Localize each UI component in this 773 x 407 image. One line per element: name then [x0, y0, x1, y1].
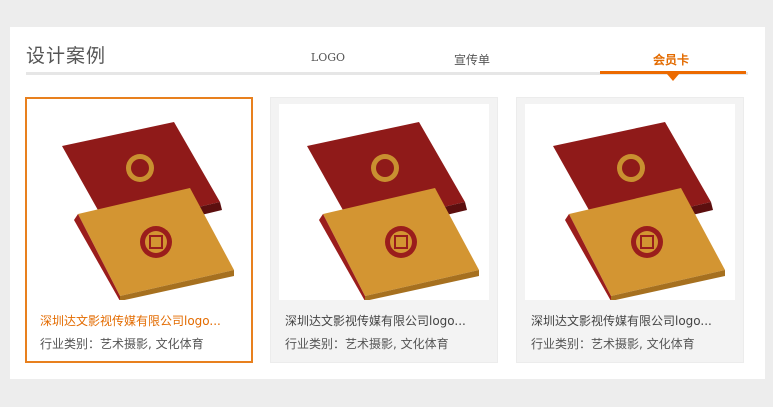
case-category: 行业类别：艺术摄影, 文化体育: [285, 337, 449, 351]
book-cover-illustration: [307, 122, 479, 300]
design-cases-panel: 设计案例 LOGO 宣传单 会员卡 深圳达文影视传媒有限公司logo... 行业…: [10, 27, 765, 379]
tab-logo[interactable]: LOGO: [278, 51, 378, 64]
book-cover-illustration: [62, 122, 234, 300]
case-image[interactable]: [279, 104, 489, 300]
tab-flyer[interactable]: 宣传单: [422, 51, 522, 68]
case-name[interactable]: 深圳达文影视传媒有限公司logo...: [285, 312, 466, 329]
case-category: 行业类别：艺术摄影, 文化体育: [40, 337, 204, 351]
case-name[interactable]: 深圳达文影视传媒有限公司logo...: [531, 312, 712, 329]
section-title: 设计案例: [26, 45, 107, 67]
case-image[interactable]: [525, 104, 735, 300]
case-card[interactable]: 深圳达文影视传媒有限公司logo... 行业类别：艺术摄影, 文化体育: [270, 97, 498, 363]
case-category: 行业类别：艺术摄影, 文化体育: [531, 337, 695, 351]
active-tab-caret-icon: [667, 74, 679, 81]
case-card[interactable]: 深圳达文影视传媒有限公司logo... 行业类别：艺术摄影, 文化体育: [25, 97, 253, 363]
case-name[interactable]: 深圳达文影视传媒有限公司logo...: [40, 312, 221, 329]
book-cover-illustration: [553, 122, 725, 300]
tab-member-card[interactable]: 会员卡: [621, 51, 721, 68]
case-card[interactable]: 深圳达文影视传媒有限公司logo... 行业类别：艺术摄影, 文化体育: [516, 97, 744, 363]
case-image[interactable]: [34, 104, 244, 300]
